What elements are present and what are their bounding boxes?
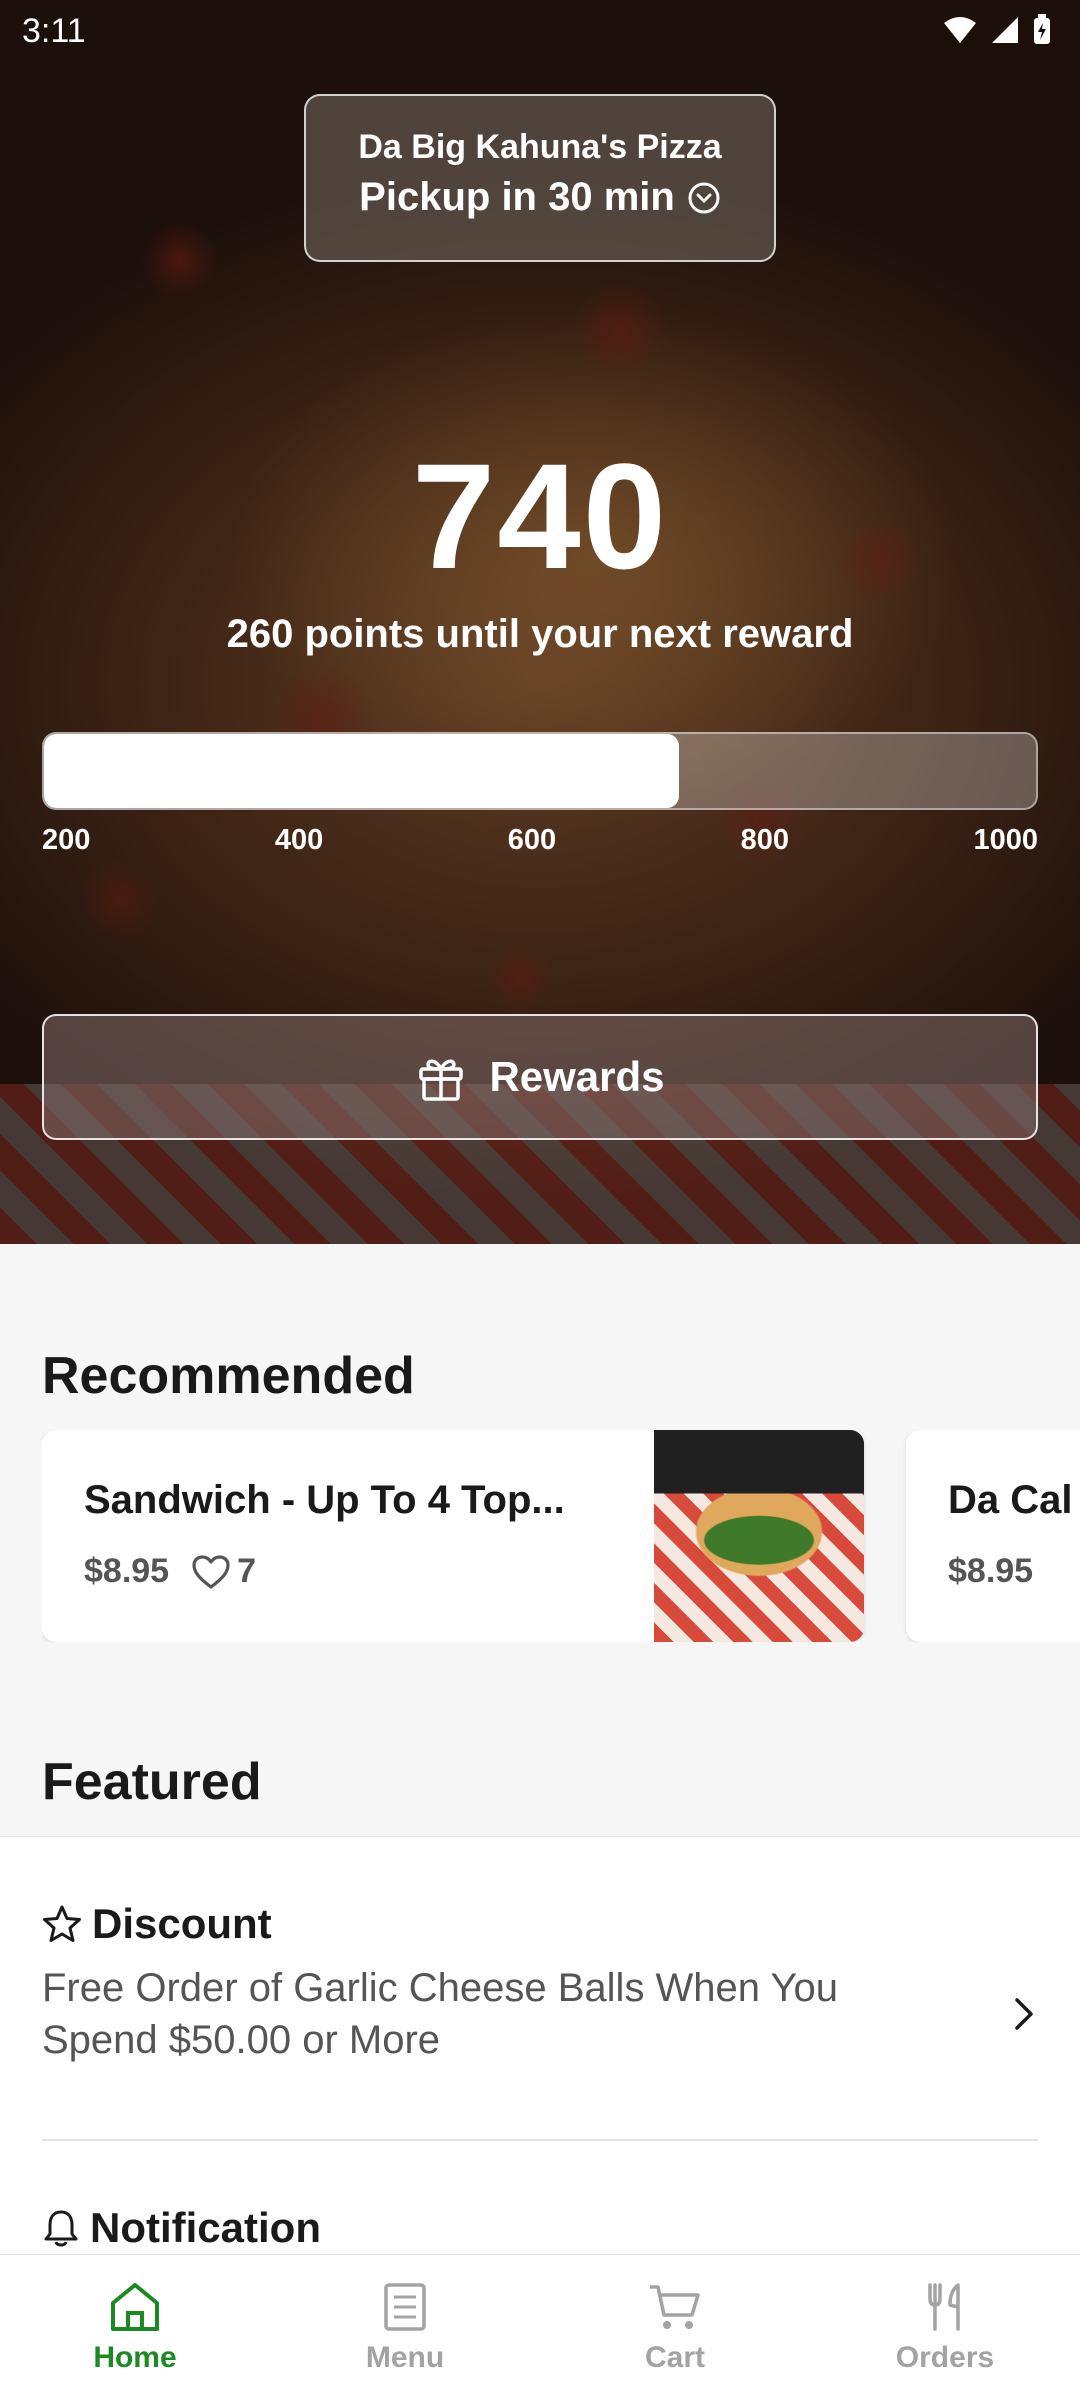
nav-home[interactable]: Home (0, 2255, 270, 2400)
nav-menu[interactable]: Menu (270, 2255, 540, 2400)
featured-item-type: Notification (90, 2204, 321, 2251)
item-meta: $8.95 (948, 1552, 1033, 1591)
item-name: Da Cal (948, 1478, 1073, 1522)
featured-title: Featured (42, 1753, 262, 1811)
heart-icon (192, 1554, 230, 1589)
featured-item-header: Discount (42, 1900, 1038, 1948)
nav-menu-label: Menu (365, 2341, 445, 2374)
points-until-reward: 260 points until your next reward (226, 612, 854, 656)
menu-book-icon (384, 2283, 426, 2331)
chevron-right-icon (1015, 1998, 1033, 2030)
featured-item-description: Free Order of Garlic Cheese Balls When Y… (42, 1966, 838, 2062)
item-price: $8.95 (84, 1552, 170, 1590)
home-icon (111, 2283, 159, 2331)
bell-icon (44, 2210, 78, 2247)
pickup-time: Pickup in 30 min (306, 175, 774, 220)
battery-icon (1034, 14, 1050, 44)
signal-icon (992, 17, 1018, 43)
store-selector[interactable]: Da Big Kahuna's Pizza Pickup in 30 min (304, 94, 776, 262)
store-name: Da Big Kahuna's Pizza (358, 128, 722, 166)
divider (42, 2139, 1038, 2141)
wifi-icon (944, 17, 976, 43)
cart-icon (650, 2285, 700, 2329)
featured-item-header: Notification (42, 2204, 1038, 2252)
item-price: $8.95 (948, 1552, 1034, 1590)
status-time: 3:11 (22, 12, 86, 50)
points-progress-bar (42, 732, 1038, 810)
nav-cart-label: Cart (644, 2341, 705, 2374)
rewards-button[interactable]: Rewards (42, 1014, 1038, 1140)
bottom-nav: Home Menu Cart Orders (0, 2254, 1080, 2400)
featured-item-discount[interactable]: Discount Free Order of Garlic Cheese Bal… (42, 1900, 1038, 2066)
progress-tick-labels: 200 400 600 800 1000 (42, 824, 1038, 857)
featured-item-type: Discount (92, 1900, 272, 1947)
pickup-label: Pickup in 30 min (359, 175, 675, 219)
gift-icon (419, 1059, 464, 1101)
nav-orders[interactable]: Orders (810, 2255, 1080, 2400)
progress-tick-label: 1000 (973, 824, 1038, 856)
featured-item-notification[interactable]: Notification (42, 2204, 1038, 2252)
star-icon (43, 1905, 81, 1942)
sandwich-image (654, 1430, 864, 1642)
points-balance: 740 (411, 432, 669, 600)
chevron-down-circle-icon (688, 182, 720, 213)
status-bar: 3:11 (0, 0, 1080, 64)
recommended-carousel[interactable]: Sandwich - Up To 4 Top... $8.95 7 Da Cal… (42, 1430, 1080, 1642)
item-meta: $8.95 7 (84, 1552, 256, 1591)
like-count: 7 (237, 1552, 257, 1590)
utensils-icon (928, 2283, 960, 2331)
progress-tick-label: 600 (507, 824, 557, 856)
nav-orders-label: Orders (895, 2341, 995, 2374)
progress-tick-label: 800 (740, 824, 789, 856)
recommended-item-card[interactable]: Da Cal $8.95 (906, 1430, 1080, 1642)
progress-tick-label: 400 (274, 824, 324, 856)
points-progress-fill (44, 734, 679, 808)
item-name: Sandwich - Up To 4 Top... (84, 1478, 565, 1522)
progress-tick-label: 200 (42, 824, 91, 856)
recommended-title: Recommended (42, 1347, 415, 1405)
item-likes[interactable]: 7 (191, 1552, 256, 1591)
status-icons (942, 14, 1052, 46)
nav-cart[interactable]: Cart (540, 2255, 810, 2400)
nav-home-label: Home (93, 2341, 177, 2374)
rewards-label: Rewards (489, 1053, 665, 1100)
recommended-item-card[interactable]: Sandwich - Up To 4 Top... $8.95 7 (42, 1430, 864, 1642)
